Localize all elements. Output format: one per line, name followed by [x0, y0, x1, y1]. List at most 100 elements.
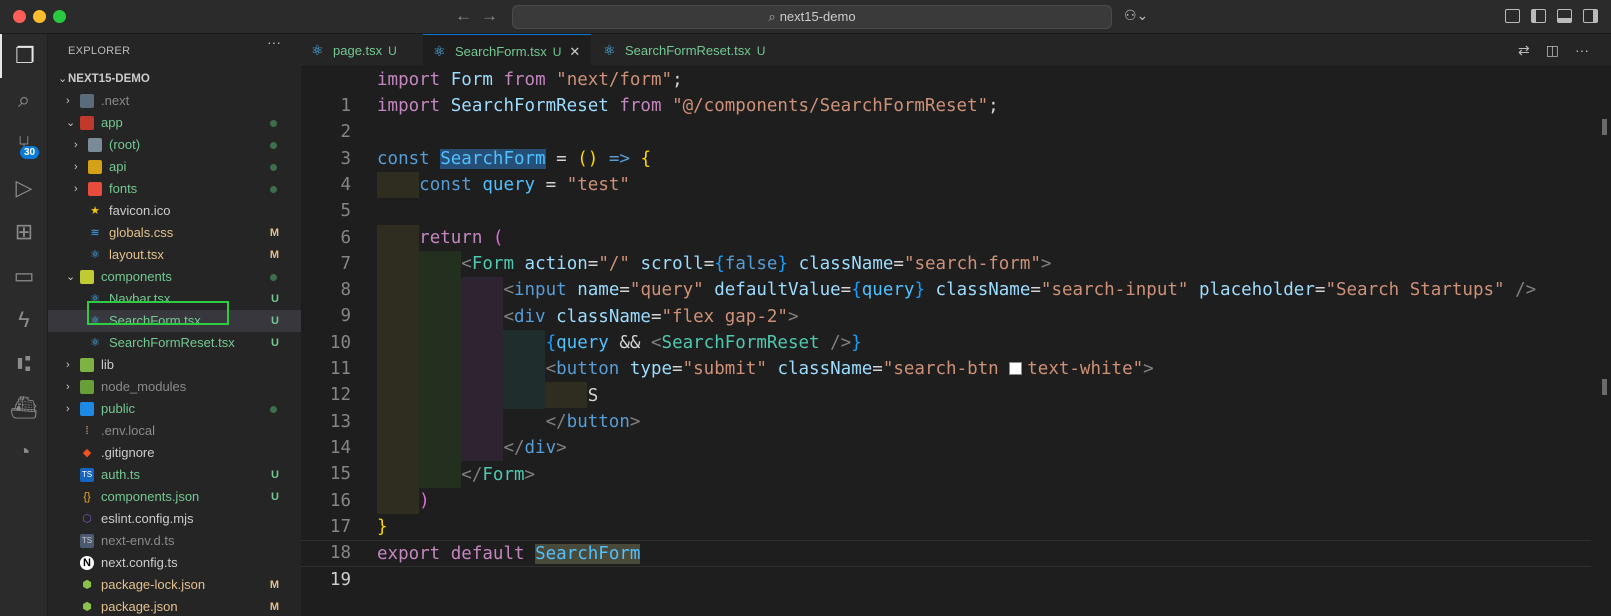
tab-status: U [552, 45, 562, 59]
line-number: 19 [329, 570, 351, 591]
split-editor-icon[interactable]: ◫ [1546, 42, 1559, 58]
tree-item-label: components.json [101, 489, 200, 504]
chevron-down-icon: ⌄ [66, 271, 76, 283]
toggle-panel-icon[interactable] [1557, 9, 1572, 23]
tree-item-api[interactable]: › api [48, 156, 301, 178]
tree-item-public[interactable]: › public [48, 398, 301, 420]
docker-icon[interactable]: ⛴ [0, 386, 48, 430]
tree-item-label: auth.ts [101, 467, 141, 482]
tree-item-package-lock[interactable]: ⬢ package-lock.json M [48, 574, 301, 596]
tree-item-label: app [101, 115, 123, 130]
source-control-icon[interactable]: ⑂ 30 [0, 122, 48, 166]
tree-item-label: package-lock.json [101, 577, 206, 592]
open-changes-icon[interactable]: ⇄ [1518, 42, 1530, 58]
code-line: 10 <div className="flex gap-2"> [301, 304, 1591, 353]
modified-dot-icon [270, 164, 277, 171]
tree-item-next[interactable]: › .next [48, 90, 301, 112]
tree-item-label: .gitignore [101, 445, 155, 460]
chevron-right-icon: › [74, 139, 78, 151]
git-status: U [271, 491, 279, 503]
debug-icon[interactable]: ▷ [0, 166, 48, 210]
arrow-right-icon[interactable]: → [481, 6, 498, 26]
arrow-left-icon[interactable]: ← [455, 6, 472, 26]
npm-file-icon: ⬢ [82, 579, 92, 591]
tree-item-env-local[interactable]: ⁞ .env.local [48, 420, 301, 442]
minimize-window-button[interactable] [33, 10, 46, 23]
tree-item-label: node_modules [101, 379, 187, 394]
code-line: 9 <input name="query" defaultValue={quer… [301, 277, 1591, 326]
tree-item-root-group[interactable]: › (root) [48, 134, 301, 156]
tab-searchformreset-tsx[interactable]: ⚛ SearchFormReset.tsx U [593, 34, 783, 67]
more-actions-icon[interactable]: ··· [1575, 42, 1589, 58]
explorer-sidebar: EXPLORER ··· ⌄ NEXT15-DEMO › .next ⌄ app… [48, 34, 301, 616]
tree-item-app[interactable]: ⌄ app [48, 112, 301, 134]
workspace-root[interactable]: ⌄ NEXT15-DEMO [48, 68, 301, 90]
tree-item-node-modules[interactable]: › node_modules [48, 376, 301, 398]
tree-item-next-config[interactable]: N next.config.ts [48, 552, 301, 574]
tree-item-label: next-env.d.ts [101, 533, 175, 548]
tree-item-package-json[interactable]: ⬢ package.json M [48, 596, 301, 616]
typescript-def-file-icon: TS [80, 534, 94, 548]
code-line: 12 <button type="submit" className="sear… [301, 356, 1591, 405]
code-line: 4 const SearchForm = () => { [301, 146, 1591, 195]
close-window-button[interactable] [13, 10, 26, 23]
tree-item-layout-tsx[interactable]: ⚛ layout.tsx M [48, 244, 301, 266]
activity-bar: ❐ ⌕ ⑂ 30 ▷ ⊞ ▭ ϟ ⑆ ⛴ ◔ [0, 34, 48, 616]
tree-item-searchformreset-tsx[interactable]: ⚛ SearchFormReset.tsx U [48, 332, 301, 354]
copilot-icon[interactable]: ⚇⌄ [1124, 7, 1148, 24]
tree-item-gitignore[interactable]: ◆ .gitignore [48, 442, 301, 464]
more-actions-icon[interactable]: ··· [267, 34, 281, 50]
modified-dot-icon [270, 142, 277, 149]
react-file-icon: ⚛ [90, 315, 100, 327]
tree-item-label: SearchFormReset.tsx [109, 335, 235, 350]
tree-item-favicon[interactable]: ★ favicon.ico [48, 200, 301, 222]
folder-api-icon [88, 160, 102, 174]
extensions-icon[interactable]: ⊞ [0, 210, 48, 254]
tree-item-eslint-config[interactable]: ⬡ eslint.config.mjs [48, 508, 301, 530]
search-icon[interactable]: ⌕ [0, 78, 48, 122]
modified-dot-icon [270, 406, 277, 413]
folder-lib-icon [80, 358, 94, 372]
tree-item-lib[interactable]: › lib [48, 354, 301, 376]
tree-item-navbar-tsx[interactable]: ⚛ Navbar.tsx U [48, 288, 301, 310]
color-swatch[interactable] [1009, 362, 1023, 376]
tree-item-searchform-tsx[interactable]: ⚛ SearchForm.tsx U [48, 310, 301, 332]
editor-actions: ⇄ ◫ ··· [1502, 42, 1589, 59]
css-file-icon: ≋ [90, 227, 100, 239]
git-status: M [269, 249, 279, 261]
tree-item-globals-css[interactable]: ≋ globals.css M [48, 222, 301, 244]
tree-item-label: layout.tsx [109, 247, 164, 262]
modified-dot-icon [270, 186, 277, 193]
accounts-icon[interactable]: ◔ [0, 430, 48, 474]
files-icon[interactable]: ❐ [0, 34, 48, 78]
scrollbar-marker[interactable] [1602, 119, 1607, 135]
git-graph-icon[interactable]: ⑆ [0, 342, 48, 386]
tree-item-label: public [101, 401, 135, 416]
git-status: M [269, 227, 279, 239]
tab-label: page.tsx [333, 43, 383, 58]
toggle-primary-sidebar-icon[interactable] [1531, 9, 1546, 23]
git-status: M [269, 601, 279, 613]
tree-item-components[interactable]: ⌄ components [48, 266, 301, 288]
customize-layout-icon[interactable] [1505, 9, 1520, 23]
tree-item-components-json[interactable]: {} components.json U [48, 486, 301, 508]
tree-item-label: .env.local [101, 423, 155, 438]
tree-item-next-env[interactable]: TS next-env.d.ts [48, 530, 301, 552]
git-status: U [271, 337, 279, 349]
title-bar: ← → ⌕ next15-demo ⚇⌄ [0, 0, 1611, 34]
tree-item-auth-ts[interactable]: TS auth.ts U [48, 464, 301, 486]
code-line: 17 ) [301, 488, 1591, 537]
zoom-window-button[interactable] [53, 10, 66, 23]
folder-icon [88, 138, 102, 152]
scrollbar-marker[interactable] [1602, 379, 1607, 395]
tree-item-label: api [109, 159, 127, 174]
code-editor[interactable]: 1 import Form from "next/form"; 2 import… [301, 67, 1611, 616]
tree-item-fonts[interactable]: › fonts [48, 178, 301, 200]
remote-icon[interactable]: ▭ [0, 254, 48, 298]
command-center[interactable]: ⌕ next15-demo [512, 5, 1112, 29]
lightning-icon[interactable]: ϟ [0, 298, 48, 342]
tab-searchform-tsx[interactable]: ⚛ SearchForm.tsx U ✕ [423, 34, 591, 67]
toggle-secondary-sidebar-icon[interactable] [1583, 9, 1598, 23]
tab-page-tsx[interactable]: ⚛ page.tsx U [301, 34, 421, 67]
close-icon[interactable]: ✕ [569, 44, 580, 59]
